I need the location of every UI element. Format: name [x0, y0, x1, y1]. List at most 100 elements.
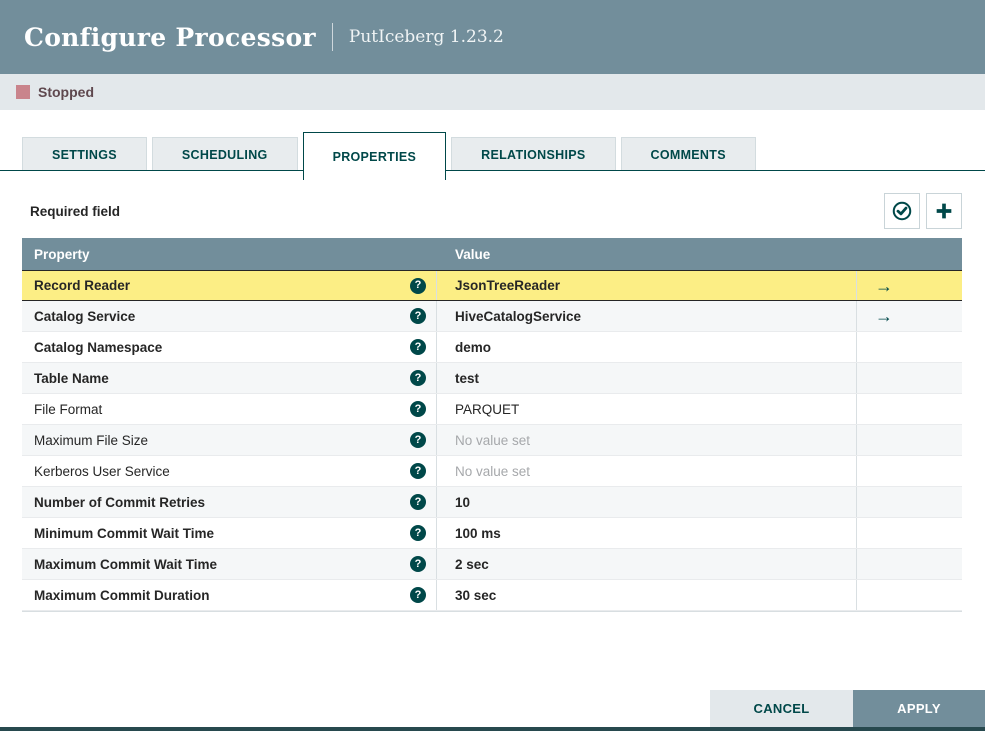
- help-icon[interactable]: ?: [410, 525, 426, 541]
- goto-cell: →: [857, 271, 962, 300]
- check-circle-icon: [891, 200, 913, 222]
- table-row[interactable]: Kerberos User Service ? No value set: [22, 456, 962, 487]
- cancel-button[interactable]: CANCEL: [710, 690, 853, 727]
- help-icon[interactable]: ?: [410, 494, 426, 510]
- property-value: 30 sec: [455, 587, 497, 603]
- goto-cell: [857, 332, 962, 362]
- property-name: Maximum Commit Wait Time: [34, 556, 218, 572]
- add-property-button[interactable]: [926, 193, 962, 229]
- required-field-label: Required field: [30, 203, 121, 219]
- table-row[interactable]: Record Reader ? JsonTreeReader →: [22, 270, 962, 301]
- goto-cell: [857, 425, 962, 455]
- value-cell[interactable]: demo: [437, 332, 857, 362]
- tab-baseline: [0, 170, 985, 171]
- table-row[interactable]: Catalog Namespace ? demo: [22, 332, 962, 363]
- property-value: 2 sec: [455, 556, 489, 572]
- goto-service-icon[interactable]: →: [875, 277, 893, 295]
- table-row[interactable]: Maximum Commit Duration ? 30 sec: [22, 580, 962, 611]
- tab-scheduling[interactable]: SCHEDULING: [151, 137, 298, 171]
- property-cell: Table Name ?: [22, 363, 437, 393]
- value-cell[interactable]: JsonTreeReader: [437, 271, 857, 300]
- table-row[interactable]: Number of Commit Retries ? 10: [22, 487, 962, 518]
- help-icon[interactable]: ?: [410, 463, 426, 479]
- property-name: Table Name: [34, 370, 109, 386]
- status-label: Stopped: [38, 84, 94, 100]
- apply-button[interactable]: APPLY: [853, 690, 985, 727]
- table-body: Record Reader ? JsonTreeReader → Catalog…: [22, 270, 962, 611]
- goto-cell: [857, 487, 962, 517]
- tab-relationships[interactable]: RELATIONSHIPS: [451, 137, 616, 171]
- table-row[interactable]: Maximum Commit Wait Time ? 2 sec: [22, 549, 962, 580]
- value-cell[interactable]: No value set: [437, 456, 857, 486]
- goto-service-icon[interactable]: →: [875, 307, 893, 325]
- tab-comments[interactable]: COMMENTS: [620, 137, 756, 171]
- goto-cell: [857, 456, 962, 486]
- tab-properties[interactable]: PROPERTIES: [302, 132, 447, 180]
- property-name: Maximum File Size: [34, 432, 149, 448]
- plus-icon: [933, 200, 955, 222]
- help-icon[interactable]: ?: [410, 277, 426, 294]
- tab-settings[interactable]: SETTINGS: [22, 137, 147, 171]
- property-cell: Number of Commit Retries ?: [22, 487, 437, 517]
- table-row[interactable]: Catalog Service ? HiveCatalogService →: [22, 301, 962, 332]
- help-icon[interactable]: ?: [410, 339, 426, 355]
- processor-name-version: PutIceberg 1.23.2: [348, 27, 504, 47]
- dialog-bottom-edge: [0, 727, 985, 731]
- help-icon[interactable]: ?: [410, 308, 426, 324]
- tab-label: RELATIONSHIPS: [481, 147, 586, 162]
- property-name: Kerberos User Service: [34, 463, 170, 479]
- dialog-title: Configure Processor: [24, 22, 316, 52]
- property-name: File Format: [34, 401, 103, 417]
- properties-table: Property Value Record Reader ? JsonTreeR…: [22, 238, 962, 612]
- stopped-status-icon: [16, 85, 30, 99]
- value-cell[interactable]: 2 sec: [437, 549, 857, 579]
- property-name: Catalog Service: [34, 308, 136, 324]
- dialog-footer: CANCEL APPLY: [710, 690, 985, 727]
- tab-label: SCHEDULING: [181, 147, 268, 162]
- column-header-value: Value: [455, 246, 491, 262]
- property-value: demo: [455, 339, 492, 355]
- property-cell: Kerberos User Service ?: [22, 456, 437, 486]
- tab-label: SETTINGS: [52, 147, 117, 162]
- value-cell[interactable]: 100 ms: [437, 518, 857, 548]
- value-cell[interactable]: 30 sec: [437, 580, 857, 610]
- properties-toolbar: Required field: [30, 193, 962, 229]
- help-icon[interactable]: ?: [410, 370, 426, 386]
- verify-properties-button[interactable]: [884, 193, 920, 229]
- column-header-property: Property: [34, 246, 90, 262]
- property-value: 10: [455, 494, 471, 510]
- property-cell: Maximum Commit Duration ?: [22, 580, 437, 610]
- goto-cell: [857, 549, 962, 579]
- goto-cell: [857, 580, 962, 610]
- table-row[interactable]: Minimum Commit Wait Time ? 100 ms: [22, 518, 962, 549]
- property-value: 100 ms: [455, 525, 501, 541]
- property-cell: Maximum File Size ?: [22, 425, 437, 455]
- property-value: JsonTreeReader: [455, 278, 561, 293]
- value-cell[interactable]: HiveCatalogService: [437, 301, 857, 331]
- goto-cell: [857, 363, 962, 393]
- value-cell[interactable]: No value set: [437, 425, 857, 455]
- table-row[interactable]: Table Name ? test: [22, 363, 962, 394]
- property-name: Number of Commit Retries: [34, 494, 206, 510]
- value-cell[interactable]: test: [437, 363, 857, 393]
- goto-cell: →: [857, 301, 962, 331]
- help-icon[interactable]: ?: [410, 401, 426, 417]
- table-row[interactable]: File Format ? PARQUET: [22, 394, 962, 425]
- property-cell: Catalog Namespace ?: [22, 332, 437, 362]
- help-icon[interactable]: ?: [410, 556, 426, 572]
- tab-label: PROPERTIES: [332, 149, 417, 164]
- help-icon[interactable]: ?: [410, 587, 426, 603]
- table-row[interactable]: Maximum File Size ? No value set: [22, 425, 962, 456]
- value-cell[interactable]: PARQUET: [437, 394, 857, 424]
- property-cell: Catalog Service ?: [22, 301, 437, 331]
- tab-bar: SETTINGS SCHEDULING PROPERTIES RELATIONS…: [0, 132, 985, 180]
- property-cell: File Format ?: [22, 394, 437, 424]
- goto-cell: [857, 518, 962, 548]
- property-cell: Record Reader ?: [22, 271, 437, 300]
- property-name: Maximum Commit Duration: [34, 587, 210, 603]
- property-value: HiveCatalogService: [455, 308, 582, 324]
- table-header: Property Value: [22, 238, 962, 270]
- help-icon[interactable]: ?: [410, 432, 426, 448]
- property-cell: Minimum Commit Wait Time ?: [22, 518, 437, 548]
- value-cell[interactable]: 10: [437, 487, 857, 517]
